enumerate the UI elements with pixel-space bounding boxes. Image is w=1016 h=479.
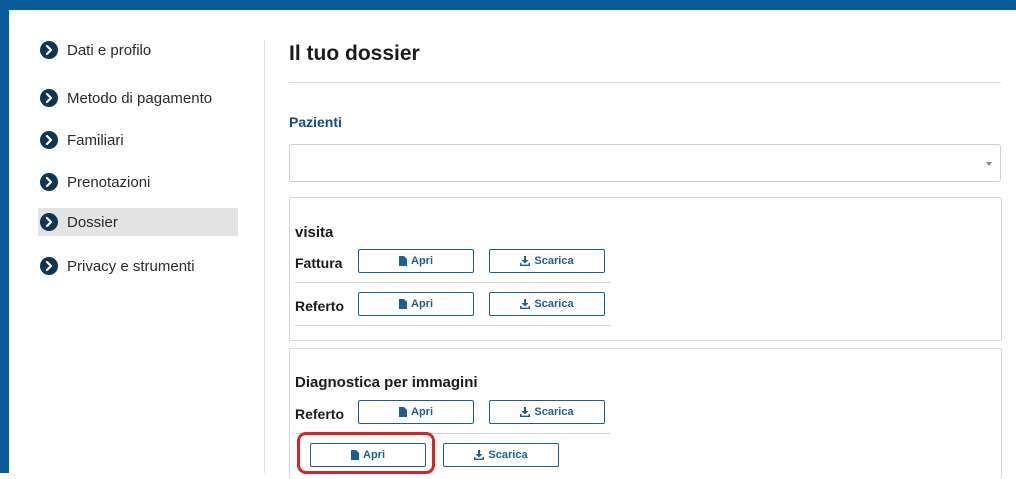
card-title: visita [295, 224, 334, 241]
sidebar-item-dati-profilo[interactable]: Dati e profilo [38, 36, 238, 64]
open-button-label: Apri [411, 298, 433, 310]
sidebar-item-label: Privacy e strumenti [67, 257, 195, 275]
card-title: Diagnostica per immagini [295, 374, 478, 391]
chevron-right-circle-icon [40, 131, 58, 149]
file-icon [399, 256, 407, 266]
sidebar-item-metodo-pagamento[interactable]: Metodo di pagamento [38, 84, 238, 112]
download-button[interactable]: Scarica [489, 400, 605, 424]
chevron-right-circle-icon [40, 89, 58, 107]
open-button[interactable]: Apri [358, 292, 474, 316]
chevron-right-circle-icon [40, 173, 58, 191]
download-button[interactable]: Scarica [443, 443, 559, 467]
row-divider [295, 282, 611, 283]
file-icon [399, 407, 407, 417]
download-icon [520, 407, 531, 417]
sidebar-divider [264, 40, 265, 473]
download-button[interactable]: Scarica [489, 292, 605, 316]
sidebar-item-label: Familiari [67, 131, 124, 149]
window-left-border [0, 0, 9, 473]
patients-select[interactable] [289, 144, 1001, 182]
download-icon [520, 256, 531, 266]
row-label-referto: Referto [295, 406, 345, 422]
page-title: Il tuo dossier [289, 42, 420, 65]
row-label-fattura: Fattura [295, 255, 343, 271]
open-button[interactable]: Apri [358, 400, 474, 424]
download-icon [520, 299, 531, 309]
window-top-border [0, 0, 1016, 10]
download-button-label: Scarica [534, 406, 574, 418]
highlight-annotation [297, 432, 435, 474]
sidebar-item-prenotazioni[interactable]: Prenotazioni [38, 168, 238, 196]
download-button[interactable]: Scarica [489, 249, 605, 273]
sidebar-item-familiari[interactable]: Familiari [38, 126, 238, 154]
file-icon [399, 299, 407, 309]
download-button-label: Scarica [488, 449, 528, 461]
sidebar-item-label: Prenotazioni [67, 173, 151, 191]
sidebar-item-label: Metodo di pagamento [67, 89, 213, 107]
download-button-label: Scarica [534, 255, 574, 267]
open-button-label: Apri [411, 255, 433, 267]
sidebar-item-dossier[interactable]: Dossier [38, 208, 238, 236]
chevron-right-circle-icon [40, 257, 58, 275]
row-label-referto: Referto [295, 298, 345, 314]
open-button[interactable]: Apri [358, 249, 474, 273]
sidebar-item-privacy-strumenti[interactable]: Privacy e strumenti [38, 252, 238, 280]
download-button-label: Scarica [534, 298, 574, 310]
chevron-right-circle-icon [40, 41, 58, 59]
caret-down-icon [986, 162, 992, 166]
patients-label: Pazienti [289, 114, 342, 130]
sidebar-item-label: Dati e profilo [67, 41, 152, 59]
chevron-right-circle-icon [40, 213, 58, 231]
open-button-label: Apri [411, 406, 433, 418]
dossier-card-visita: visita Fattura Apri Scarica Referto Apri… [289, 197, 1002, 341]
title-divider [289, 82, 1001, 83]
sidebar-item-label: Dossier [67, 213, 118, 231]
download-icon [474, 450, 485, 460]
row-divider [295, 325, 611, 326]
